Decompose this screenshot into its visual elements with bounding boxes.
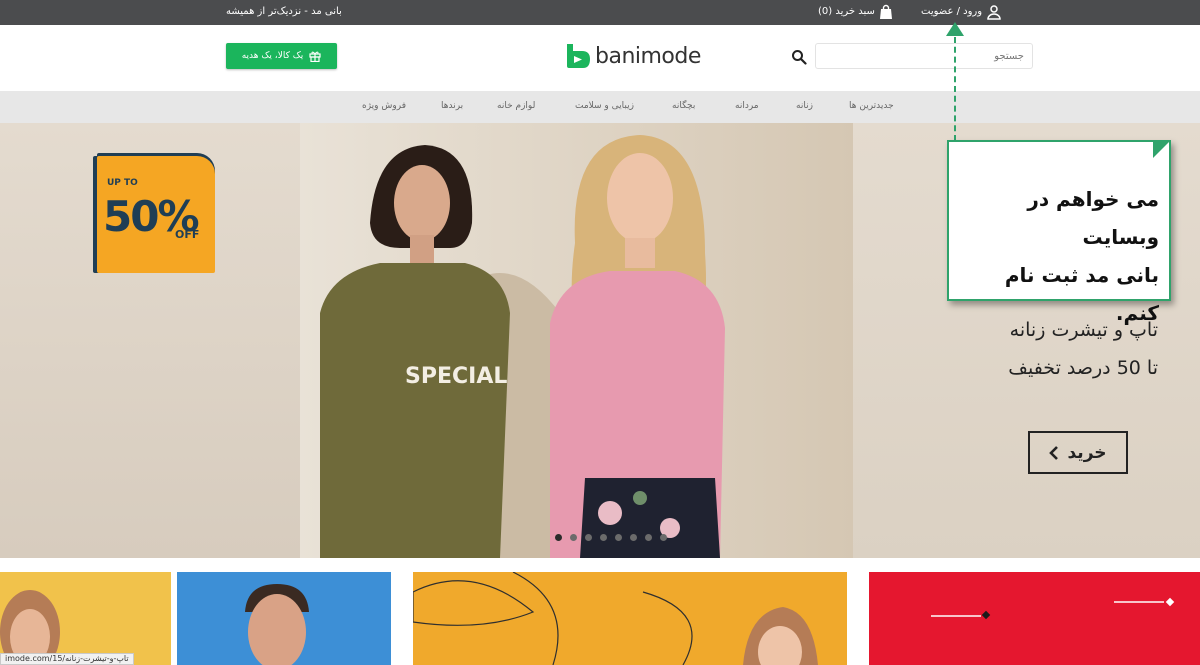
header: یک کالا، یک هدیه banimode (0, 25, 1200, 91)
callout-line-2: بانی مد ثبت نام کنم. (1004, 263, 1159, 325)
tile-women-image (0, 590, 60, 665)
tile-men-image (245, 584, 309, 665)
top-bar: بانی مد - نزدیک‌تر از همیشه سبد خرید (0)… (0, 0, 1200, 25)
search-icon[interactable] (791, 49, 807, 65)
slider-dot[interactable] (570, 534, 577, 541)
logo-text: banimode (595, 43, 701, 69)
nav-item-kids[interactable]: بچگانه (672, 101, 695, 111)
site-tagline: بانی مد - نزدیک‌تر از همیشه (226, 6, 342, 17)
category-tile-sale[interactable] (869, 572, 1200, 665)
gift-icon (309, 51, 321, 62)
models-illustration: SPECIAL (320, 135, 725, 558)
callout-fold (1153, 140, 1171, 158)
category-tile-men[interactable] (177, 572, 391, 665)
promo-subtitle: تا 50 درصد تخفیف (1008, 357, 1158, 379)
hero-models-photo: SPECIAL (300, 123, 853, 558)
cart-link[interactable]: سبد خرید (0) (818, 6, 875, 17)
status-bar-url: imode.com/15/تاپ-و-تیشرت-زنانه (0, 653, 134, 665)
gift-promo-button[interactable]: یک کالا، یک هدیه (226, 43, 337, 69)
slider-dot[interactable] (615, 534, 622, 541)
buy-button-label: خرید (1067, 442, 1107, 463)
chevron-left-icon (1049, 445, 1059, 460)
callout-arrow-head (946, 22, 964, 36)
tile-sale-graphic (931, 597, 1175, 620)
nav-item-home-goods[interactable]: لوازم خانه (497, 101, 535, 111)
logo-mark-icon (567, 44, 590, 68)
badge-off-text: OFF (175, 228, 200, 241)
nav-item-brands[interactable]: برندها (441, 101, 463, 111)
slider-dot[interactable] (630, 534, 637, 541)
slider-dot[interactable] (600, 534, 607, 541)
category-tile-kids[interactable] (413, 572, 847, 665)
nav-item-women[interactable]: زنانه (796, 101, 813, 111)
instruction-callout: می خواهم در وبسایت بانی مد ثبت نام کنم. (947, 140, 1171, 325)
callout-line-1: می خواهم در وبسایت (1027, 187, 1159, 249)
search-input[interactable] (815, 43, 1033, 69)
banimode-logo[interactable]: banimode (563, 41, 701, 71)
user-icon[interactable] (986, 4, 1002, 20)
callout-arrow-line (954, 37, 956, 141)
tile-leaves-image (413, 572, 818, 665)
nav-item-newest[interactable]: جدیدترین ها (849, 101, 894, 111)
nav-item-beauty-health[interactable]: زیبایی و سلامت (575, 101, 634, 111)
login-register-link[interactable]: ورود / عضویت (921, 6, 982, 17)
main-nav: جدیدترین ها زنانه مردانه بچگانه زیبایی و… (0, 91, 1200, 123)
nav-item-special-sale[interactable]: فروش ویژه (362, 101, 406, 111)
category-tile-women[interactable] (0, 572, 171, 665)
badge-upto-text: UP TO (107, 178, 138, 188)
slider-dot[interactable] (660, 534, 667, 541)
gift-button-label: یک کالا، یک هدیه (241, 51, 304, 61)
nav-item-men[interactable]: مردانه (735, 101, 759, 111)
slider-dot[interactable] (555, 534, 562, 541)
shirt-print-text: SPECIAL (405, 364, 507, 389)
shopping-bag-icon[interactable] (878, 4, 894, 20)
page: بانی مد - نزدیک‌تر از همیشه سبد خرید (0)… (0, 0, 1200, 665)
slider-dot[interactable] (585, 534, 592, 541)
buy-button[interactable]: خرید (1028, 431, 1128, 474)
callout-text: می خواهم در وبسایت بانی مد ثبت نام کنم. (955, 180, 1159, 332)
slider-dots (555, 534, 667, 541)
slider-dot[interactable] (645, 534, 652, 541)
discount-badge: UP TO 50% OFF (97, 156, 215, 273)
